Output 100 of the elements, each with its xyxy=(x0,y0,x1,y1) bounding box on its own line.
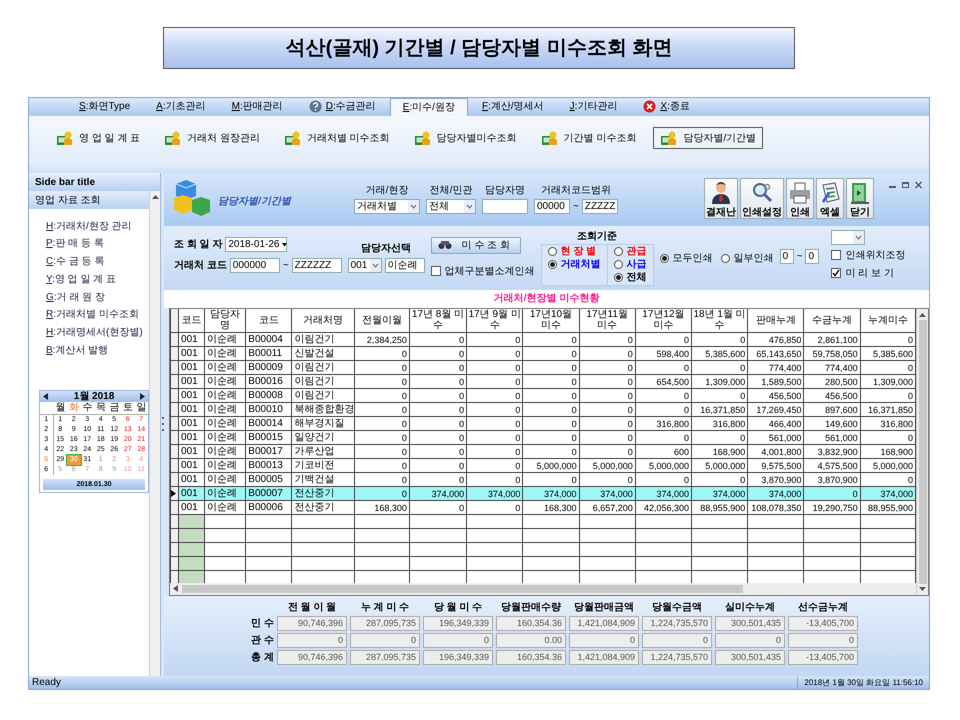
column-header[interactable]: 담당자명 xyxy=(204,308,246,333)
dropdown[interactable]: 거래처별 xyxy=(354,198,420,214)
previous-month-icon[interactable] xyxy=(43,393,49,400)
column-header[interactable]: 누계미수 xyxy=(860,308,916,333)
checkbox[interactable] xyxy=(831,250,842,260)
table-row[interactable]: 001 이순례 B00004 이림건기 2,384,250 0 0 0 0 0 0 476,850 2,861,100 0 xyxy=(170,332,916,347)
input-field[interactable]: 000000 xyxy=(230,258,280,273)
menu-tab[interactable]: A:기초관리 xyxy=(144,98,218,116)
radio-button[interactable] xyxy=(614,260,623,270)
column-header[interactable]: 전월이월 xyxy=(354,308,410,333)
sidebar-link[interactable]: H:거래처/현장 관리 xyxy=(46,220,150,234)
menu-tab[interactable]: J:기타관리 xyxy=(558,98,630,116)
column-header[interactable]: 17년 8월 미수 xyxy=(409,308,467,333)
scroll-up-icon[interactable] xyxy=(152,194,159,199)
horizontal-scrollbar[interactable] xyxy=(170,582,916,595)
checkbox[interactable] xyxy=(831,268,842,278)
close-icon[interactable] xyxy=(643,100,656,114)
input-field[interactable] xyxy=(482,198,528,214)
column-header[interactable]: 거래처명 xyxy=(292,308,354,333)
scroll-down-icon[interactable] xyxy=(919,586,926,592)
sidebar-link[interactable]: P:판 매 등 록 xyxy=(46,237,150,252)
close-icon[interactable] xyxy=(914,180,923,189)
table-title: 거래처/현장별 미수현황 xyxy=(494,292,600,306)
toolbar-button[interactable]: 결재난 xyxy=(704,178,738,219)
menu-tab[interactable]: F:계산/명세서 xyxy=(470,98,556,116)
dropdown[interactable]: 전체 xyxy=(426,198,476,214)
menu-tab[interactable]: S:화면Type xyxy=(67,98,142,116)
output-field: 160,354.36 xyxy=(496,650,566,665)
table-row[interactable]: 001 이순례 B00016 이림건기 0 0 0 0 0 654,500 1,309,000 1,589,500 280,500 1,309,000 xyxy=(170,374,916,389)
table-cell: 2,861,100 xyxy=(804,332,860,347)
radio-button[interactable] xyxy=(548,260,557,270)
table-cell: 0 xyxy=(354,486,410,501)
sidebar-scrollbar[interactable] xyxy=(149,190,160,676)
table-row[interactable]: 001 이순례 B00011 신발건설 0 0 0 0 0 598,400 5,385,600 65,143,650 59,758,050 5,385,600 xyxy=(170,346,916,361)
input-field[interactable]: ZZZZZZ xyxy=(292,258,342,273)
table-cell: 001 xyxy=(178,388,205,403)
radio-button[interactable] xyxy=(614,273,623,282)
menu-tab[interactable]: D:수금관리 xyxy=(296,98,388,116)
ribbon-button[interactable]: 기간별 미수조회 xyxy=(534,127,644,150)
column-header[interactable]: 수금누계 xyxy=(804,308,860,333)
menu-tab[interactable]: M:판매관리 xyxy=(220,98,295,116)
column-header[interactable]: 코드 xyxy=(246,308,292,333)
column-header[interactable]: 17년11월 미수 xyxy=(579,308,636,333)
column-header[interactable]: 17년10월 미수 xyxy=(522,308,580,333)
ribbon-button[interactable]: 담당자별미수조회 xyxy=(406,127,524,150)
table-cell: 9,575,500 xyxy=(748,458,804,473)
ribbon-button[interactable]: 영 업 일 계 표 xyxy=(49,127,148,150)
output-field: 90,746,396 xyxy=(277,616,347,631)
table-row[interactable]: 001 이순례 B00007 전산중기 0 374,000 374,000 374,000 374,000 374,000 374,000 374,000 0 374,000 xyxy=(170,486,916,501)
menu-tab[interactable]: X:종료 xyxy=(631,98,702,116)
next-month-icon[interactable] xyxy=(139,393,145,400)
radio-button[interactable] xyxy=(660,254,669,263)
field-label: 거래/현장 xyxy=(366,184,408,198)
input-field[interactable]: ZZZZZ xyxy=(582,198,618,214)
table-row[interactable]: 001 이순례 B00009 이림건기 0 0 0 0 0 0 0 774,400 774,400 0 xyxy=(170,360,916,375)
radio-button[interactable] xyxy=(720,254,730,263)
toolbar-button[interactable]: 엑셀 xyxy=(816,178,844,219)
sidebar-link[interactable]: H:거래명세서(현장별) xyxy=(46,326,150,341)
column-header[interactable]: 18년 1월 미수 xyxy=(692,308,748,333)
sidebar-link[interactable]: Y:영 업 일 계 표 xyxy=(46,272,150,288)
column-header[interactable]: 17년 9월 미수 xyxy=(466,308,523,333)
input-field[interactable]: 0 xyxy=(805,248,820,264)
ribbon-button[interactable]: 거래처별 미수조회 xyxy=(276,127,397,150)
form-title: 담당자별/기간별 xyxy=(218,194,292,209)
input-field[interactable]: 0 xyxy=(780,248,794,264)
radio-button[interactable] xyxy=(614,247,623,256)
table-row[interactable]: 001 이순례 B00010 북해종합환경 0 0 0 0 0 0 16,371,850 17,269,450 897,600 16,371,850 xyxy=(170,402,916,417)
sidebar-link[interactable]: G:거 래 원 장 xyxy=(46,290,150,306)
column-header[interactable]: 코드 xyxy=(178,308,205,333)
table-cell: 0 xyxy=(466,374,523,389)
restore-icon[interactable] xyxy=(901,180,910,189)
toolbar-button[interactable]: 닫기 xyxy=(846,178,874,219)
input-field[interactable]: 00000 xyxy=(534,198,570,214)
sidebar-group-header[interactable]: 영업 자료 조회 xyxy=(29,190,150,209)
search-button[interactable]: 미 수 조 회 xyxy=(430,236,521,254)
input-field[interactable]: 이순례 xyxy=(384,258,425,273)
sidebar-link[interactable]: C:수 금 등 록 xyxy=(46,255,150,270)
table-row[interactable]: 001 이순례 B00017 가루산업 0 0 0 0 0 600 168,900 4,001,800 3,832,900 168,900 xyxy=(170,444,916,459)
table-row[interactable]: 001 이순례 B00006 전산중기 168,300 0 0 168,300 6,657,200 42,056,300 88,955,900 108,078,350 19,290,750 88,955,900 xyxy=(170,500,916,515)
toolbar-button[interactable]: 인쇄 xyxy=(786,178,814,219)
vertical-scrollbar[interactable] xyxy=(916,308,928,595)
ribbon-button[interactable]: 담당자별/기간별 xyxy=(653,127,764,150)
sidebar-link[interactable]: R:거래처별 미수조회 xyxy=(46,308,150,323)
scroll-up-icon[interactable] xyxy=(919,312,926,317)
sidebar-link[interactable]: B:계산서 발행 xyxy=(46,344,150,358)
table-row[interactable]: 001 이순례 B00014 해부경지질 0 0 0 0 0 316,800 316,800 466,400 149,600 316,800 xyxy=(170,416,916,431)
ribbon-button[interactable]: 거래처 원장관리 xyxy=(157,127,267,150)
column-header[interactable]: 17년12월 미수 xyxy=(635,308,692,333)
help-icon[interactable] xyxy=(308,100,322,114)
table-cell: 전산중기 xyxy=(292,486,354,501)
table-row[interactable]: 001 이순례 B00013 기코비전 0 0 0 5,000,000 5,000,000 5,000,000 5,000,000 9,575,500 4,575,500 5,000,000 xyxy=(170,458,916,473)
menu-tab[interactable]: E:미수/원장 xyxy=(390,98,468,116)
radio-button[interactable] xyxy=(548,247,557,256)
dropdown[interactable]: 001 xyxy=(348,258,382,273)
toolbar-button[interactable]: 인쇄설정 xyxy=(740,178,784,219)
checkbox[interactable] xyxy=(430,266,441,276)
table-row[interactable]: 001 이순례 B00008 이림건기 0 0 0 0 0 0 0 456,500 456,500 0 xyxy=(170,388,916,403)
table-row[interactable]: 001 이순례 B00015 일양건기 0 0 0 0 0 0 0 561,000 561,000 0 xyxy=(170,430,916,445)
column-header[interactable]: 판매누계 xyxy=(748,308,804,333)
date-picker[interactable]: 2018-01-26 xyxy=(225,236,288,252)
